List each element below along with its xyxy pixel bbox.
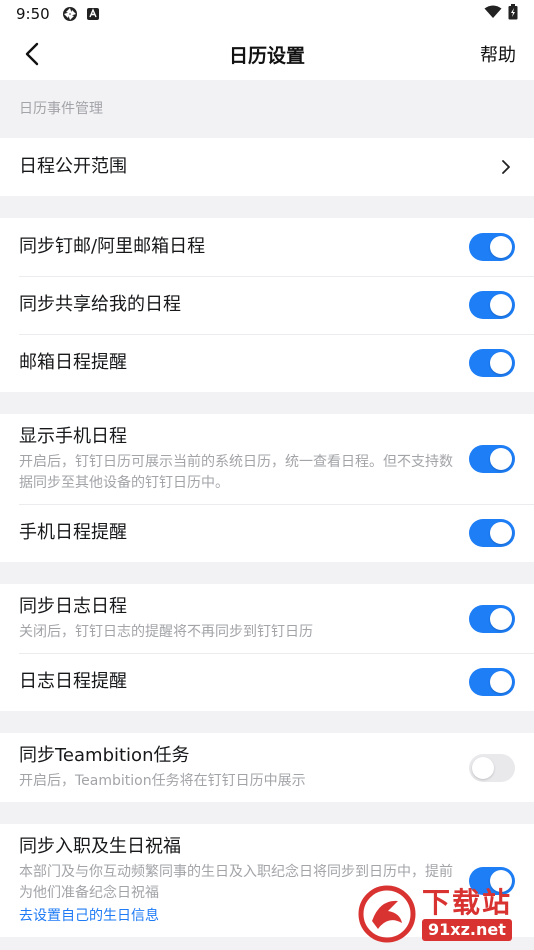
status-bar: 9:50 (0, 0, 534, 28)
toggle-knob (490, 607, 512, 630)
row-title: 同步日志日程 (19, 596, 127, 617)
sync-mail-schedule-row: 同步钉邮/阿里邮箱日程 (0, 218, 534, 276)
toggle-knob (490, 448, 512, 470)
sync-shared-schedule-toggle[interactable] (469, 291, 515, 319)
settings-group-teambition: 同步Teambition任务 开启后，Teambition任务将在钉钉日历中展示 (0, 733, 534, 802)
settings-group-mail: 同步钉邮/阿里邮箱日程 同步共享给我的日程 邮箱日程提醒 (0, 218, 534, 392)
row-title: 同步共享给我的日程 (19, 294, 181, 315)
help-button[interactable]: 帮助 (480, 41, 516, 67)
phone-schedule-reminder-toggle[interactable] (469, 519, 515, 547)
toggle-knob (490, 671, 512, 693)
section-header: 日历事件管理 (19, 101, 103, 117)
battery-icon (508, 4, 518, 24)
row-title: 手机日程提醒 (19, 522, 127, 543)
show-phone-schedule-toggle[interactable] (469, 445, 515, 473)
row-title: 日志日程提醒 (19, 671, 127, 692)
phone-schedule-reminder-row: 手机日程提醒 (0, 504, 534, 562)
mail-schedule-reminder-row: 邮箱日程提醒 (0, 334, 534, 392)
row-description: 开启后，钉钉日历可展示当前的系统日历，统一查看日程。但不支持数据同步至其他设备的… (19, 454, 453, 491)
log-schedule-reminder-toggle[interactable] (469, 668, 515, 696)
aperture-icon (62, 6, 78, 22)
toggle-knob (490, 236, 512, 258)
toggle-knob (490, 294, 512, 316)
page-title: 日历设置 (228, 44, 305, 67)
sync-teambition-toggle[interactable] (469, 753, 515, 782)
watermark-url: 91xz.net (422, 919, 512, 941)
back-arrow-icon[interactable] (18, 40, 46, 68)
app-notification-icon (86, 7, 100, 21)
mail-schedule-reminder-toggle[interactable] (469, 349, 515, 377)
toggle-knob (490, 522, 512, 544)
settings-group-log: 同步日志日程 关闭后，钉钉日志的提醒将不再同步到钉钉日历 日志日程提醒 (0, 584, 534, 711)
row-description: 开启后，Teambition任务将在钉钉日历中展示 (19, 773, 306, 789)
row-description: 关闭后，钉钉日志的提醒将不再同步到钉钉日历 (19, 624, 313, 640)
show-phone-schedule-row: 显示手机日程 开启后，钉钉日历可展示当前的系统日历，统一查看日程。但不支持数据同… (0, 414, 534, 504)
row-title: 同步入职及生日祝福 (19, 836, 181, 857)
row-title: 同步Teambition任务 (19, 745, 190, 766)
sync-mail-schedule-toggle[interactable] (469, 233, 515, 261)
log-schedule-reminder-row: 日志日程提醒 (0, 653, 534, 711)
nav-bar: 日历设置 帮助 (0, 28, 534, 80)
toggle-knob (472, 756, 494, 779)
watermark-logo-icon (358, 885, 416, 943)
settings-group-visibility: 日程公开范围 (0, 138, 534, 196)
settings-group-phone: 显示手机日程 开启后，钉钉日历可展示当前的系统日历，统一查看日程。但不支持数据同… (0, 414, 534, 562)
site-watermark: 下载站 91xz.net (358, 880, 530, 948)
status-time: 9:50 (16, 5, 50, 23)
schedule-visibility-row[interactable]: 日程公开范围 (0, 138, 534, 196)
sync-log-schedule-toggle[interactable] (469, 604, 515, 633)
row-title: 日程公开范围 (19, 156, 127, 177)
sync-teambition-row: 同步Teambition任务 开启后，Teambition任务将在钉钉日历中展示 (0, 733, 534, 802)
chevron-right-icon (501, 158, 515, 176)
row-title: 同步钉邮/阿里邮箱日程 (19, 236, 206, 257)
sync-shared-schedule-row: 同步共享给我的日程 (0, 276, 534, 334)
sync-log-schedule-row: 同步日志日程 关闭后，钉钉日志的提醒将不再同步到钉钉日历 (0, 584, 534, 653)
row-title: 显示手机日程 (19, 426, 127, 447)
watermark-title: 下载站 (422, 886, 513, 919)
wifi-icon (484, 5, 502, 23)
toggle-knob (490, 352, 512, 374)
row-title: 邮箱日程提醒 (19, 352, 127, 373)
